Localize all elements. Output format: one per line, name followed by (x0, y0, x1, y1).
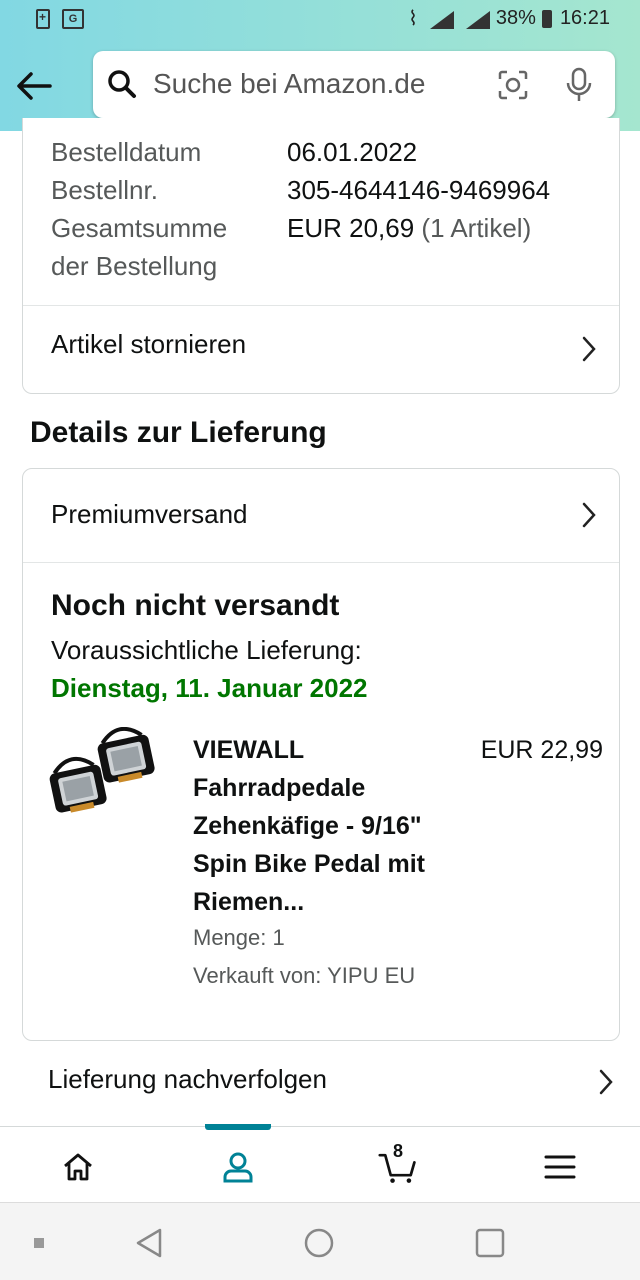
divider (23, 562, 619, 563)
recents-square-icon[interactable] (474, 1227, 506, 1259)
nav-cart[interactable]: 8 (378, 1141, 418, 1187)
clock: 16:21 (559, 7, 610, 29)
signal-roaming-icon (460, 9, 490, 29)
eta-label: Voraussichtliche Lieferung: (51, 635, 362, 665)
status-bar: G ⌇ 38% 16:21 (0, 0, 640, 40)
order-date-value: 06.01.2022 (287, 137, 418, 167)
signal-icon (424, 9, 454, 29)
product-seller: Verkauft von: YIPU EU (193, 963, 416, 988)
order-total-items: (1 Artikel) (421, 213, 532, 243)
search-input[interactable]: Suche bei Amazon.de (153, 68, 425, 100)
shipping-method-label: Premiumversand (51, 499, 248, 529)
battery-percent: 38% (495, 7, 536, 29)
microphone-icon[interactable] (565, 67, 593, 103)
product-title[interactable]: VIEWALL Fahrradpedale Zehenkäfige - 9/16… (193, 731, 463, 921)
product-image[interactable] (47, 727, 167, 839)
home-circle-icon[interactable] (303, 1227, 335, 1259)
order-number-value: 305-4644146-9469964 (287, 175, 551, 205)
translate-icon: G (62, 9, 84, 29)
track-delivery-label[interactable]: Lieferung nachverfolgen (48, 1064, 327, 1095)
menu-dot-icon[interactable] (34, 1238, 44, 1248)
back-button[interactable] (14, 66, 54, 106)
order-total-label: Gesamtsumme (51, 213, 228, 243)
nav-menu[interactable] (540, 1147, 580, 1187)
order-total-value: EUR 20,69 (1 Artikel) (287, 209, 531, 247)
order-total-label-line2: der Bestellung (51, 251, 218, 281)
nav-home[interactable] (58, 1147, 98, 1187)
order-total-amount: EUR 20,69 (287, 213, 415, 243)
wifi-icon: ⌇ (408, 8, 418, 30)
home-icon (64, 1153, 92, 1181)
product-price: EUR 22,99 (480, 736, 603, 764)
product-quantity: Menge: 1 (193, 925, 285, 950)
order-number-label: Bestellnr. (51, 175, 158, 205)
chevron-right-icon (599, 1069, 613, 1095)
order-date-label: Bestelldatum (51, 137, 202, 167)
cancel-items-row[interactable]: Artikel stornieren (23, 306, 619, 392)
cancel-items-label: Artikel stornieren (51, 329, 247, 359)
cart-count-badge: 8 (393, 1141, 404, 1161)
bottom-navigation: 8 (0, 1124, 640, 1202)
camera-scan-icon[interactable] (497, 69, 529, 101)
delivery-card: Premiumversand Noch nicht versandt Vorau… (22, 468, 620, 1041)
active-tab-indicator (205, 1124, 271, 1130)
user-icon (223, 1152, 253, 1183)
shipment-status: Noch nicht versandt (51, 589, 340, 622)
header: G ⌇ 38% 16:21 Suche bei Amazon.de (0, 0, 640, 131)
hamburger-menu-icon (544, 1155, 576, 1179)
shipping-method-row[interactable]: Premiumversand (23, 469, 619, 562)
arrow-left-icon (17, 72, 52, 100)
order-info-card: Bestelldatum 06.01.2022 Bestellnr. 305-4… (22, 118, 620, 394)
nav-account[interactable] (218, 1147, 258, 1187)
battery-saver-icon (36, 9, 50, 29)
system-navigation-bar (0, 1202, 640, 1280)
chevron-right-icon (582, 502, 596, 528)
search-bar[interactable]: Suche bei Amazon.de (93, 51, 615, 118)
search-icon (108, 70, 136, 98)
delivery-section-title: Details zur Lieferung (30, 416, 327, 449)
eta-date: Dienstag, 11. Januar 2022 (51, 673, 368, 703)
battery-icon (541, 9, 552, 28)
chevron-right-icon (582, 336, 596, 362)
back-triangle-icon[interactable] (134, 1227, 164, 1259)
